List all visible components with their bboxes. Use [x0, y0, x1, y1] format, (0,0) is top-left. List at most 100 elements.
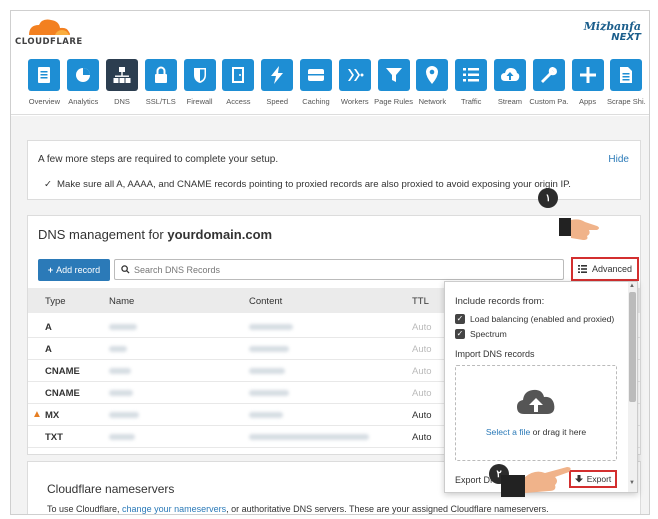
nav-item-workers[interactable]: Workers — [335, 59, 374, 106]
brand-watermark: Mizbanfa NEXT — [584, 20, 641, 43]
export-button-label: Export — [586, 474, 612, 484]
nav-label: SSL/TLS — [145, 97, 176, 106]
dropzone-text: Select a file or drag it here — [456, 427, 616, 437]
record-name-redacted — [109, 368, 131, 374]
nav-tile[interactable] — [532, 59, 565, 91]
lock-icon — [154, 66, 167, 83]
door-icon — [232, 67, 245, 83]
nav-tile[interactable] — [455, 59, 488, 91]
scroll-up-icon[interactable]: ▲ — [629, 283, 635, 289]
nav-label: Stream — [497, 97, 523, 106]
import-title: Import DNS records — [455, 349, 535, 359]
load-balancing-option[interactable]: ✓ Load balancing (enabled and proxied) — [455, 314, 614, 324]
record-ttl: Auto — [412, 366, 432, 377]
select-file-link[interactable]: Select a file — [486, 427, 530, 437]
search-input[interactable]: Search DNS Records — [114, 259, 564, 280]
workers-icon — [347, 69, 364, 81]
scroll-thumb[interactable] — [629, 292, 636, 402]
change-nameservers-link[interactable]: change your nameservers — [122, 504, 226, 514]
list-icon — [463, 68, 480, 82]
cloudflare-logo[interactable]: CLOUDFLARE — [15, 17, 85, 47]
filter-icon — [385, 68, 402, 82]
nav-label: Scrape Shi... — [606, 97, 646, 106]
export-button[interactable]: Export — [569, 470, 617, 488]
wrench-icon — [540, 67, 557, 83]
nav-label: Speed — [266, 97, 289, 106]
nav-tile[interactable] — [261, 59, 294, 91]
logo-text: CLOUDFLARE — [15, 37, 83, 47]
nav-label: Network — [418, 97, 447, 106]
record-type: CNAME — [45, 366, 80, 377]
nav-tile[interactable] — [416, 59, 449, 91]
nav-label: Apps — [579, 97, 597, 106]
spectrum-option[interactable]: ✓ Spectrum — [455, 329, 507, 339]
nav-item-page-rules[interactable]: Page Rules — [374, 59, 413, 106]
nav-item-analytics[interactable]: Analytics — [64, 59, 103, 106]
nav-item-traffic[interactable]: Traffic — [452, 59, 491, 106]
record-ttl: Auto — [412, 432, 432, 443]
record-content-redacted — [249, 346, 289, 352]
nav-tile[interactable] — [105, 59, 138, 91]
nav-item-overview[interactable]: Overview — [25, 59, 64, 106]
nav-item-speed[interactable]: Speed — [258, 59, 297, 106]
nav-tile[interactable] — [493, 59, 526, 91]
nav-tile[interactable] — [144, 59, 177, 91]
nav-item-firewall[interactable]: Firewall — [180, 59, 219, 106]
nav-tile[interactable] — [28, 59, 61, 91]
plus-icon — [579, 67, 596, 83]
ns-text-before: To use Cloudflare, — [47, 504, 123, 514]
cloud-logo-icon — [29, 19, 70, 35]
nav-tile[interactable] — [299, 59, 332, 91]
nav-item-caching[interactable]: Caching — [297, 59, 336, 106]
step-badge-1: ١ — [538, 188, 558, 208]
col-ttl: TTL — [412, 296, 429, 307]
download-icon — [574, 475, 583, 483]
record-content-redacted — [249, 412, 283, 418]
checkbox-icon[interactable]: ✓ — [455, 314, 465, 324]
record-content-redacted — [249, 324, 293, 330]
app-nav: Overview Analytics DNS SSL/TLS Firewall Acces… — [25, 59, 646, 106]
nav-tile[interactable] — [571, 59, 604, 91]
nav-item-network[interactable]: Network — [413, 59, 452, 106]
record-type: MX — [45, 410, 60, 421]
nav-label: Access — [226, 97, 251, 106]
checkbox-icon[interactable]: ✓ — [455, 329, 465, 339]
nameservers-title: Cloudflare nameservers — [47, 482, 175, 496]
cloud-upload-icon — [517, 389, 555, 414]
record-name-redacted — [109, 346, 127, 352]
nameservers-text: To use Cloudflare, change your nameserve… — [47, 504, 549, 514]
nav-item-scrape-shi[interactable]: Scrape Shi... — [607, 59, 646, 106]
record-ttl: Auto — [412, 344, 432, 355]
file-dropzone[interactable]: Select a file or drag it here — [455, 365, 617, 461]
drag-text: or drag it here — [530, 427, 587, 437]
nav-tile[interactable] — [222, 59, 255, 91]
browser-frame: CLOUDFLARE Mizbanfa NEXT Overview Analyti… — [10, 10, 650, 515]
list-icon — [577, 265, 587, 273]
advanced-button[interactable]: Advanced — [571, 257, 639, 281]
nav-item-custom-pa[interactable]: Custom Pa... — [529, 59, 568, 106]
nav-item-stream[interactable]: Stream — [491, 59, 530, 106]
record-content-redacted — [249, 434, 369, 440]
nav-item-dns[interactable]: DNS — [103, 59, 142, 106]
record-ttl: Auto — [412, 322, 432, 333]
hide-link[interactable]: Hide — [608, 154, 629, 165]
dropdown-scrollbar[interactable]: ▲ ▼ — [628, 282, 637, 492]
record-name-redacted — [109, 324, 137, 330]
nav-item-apps[interactable]: Apps — [568, 59, 607, 106]
nav-tile[interactable] — [610, 59, 643, 91]
ns-text-after: , or authoritative DNS servers. These ar… — [226, 504, 549, 514]
record-type: CNAME — [45, 388, 80, 399]
search-icon — [121, 265, 130, 274]
nav-tile[interactable] — [183, 59, 216, 91]
nav-tile[interactable] — [338, 59, 371, 91]
warning-icon: ▲ — [32, 409, 42, 420]
add-record-button[interactable]: + Add record — [38, 259, 110, 281]
nav-tile[interactable] — [67, 59, 100, 91]
record-content-redacted — [249, 390, 289, 396]
nav-item-access[interactable]: Access — [219, 59, 258, 106]
top-header: CLOUDFLARE Mizbanfa NEXT Overview Analyti… — [11, 11, 649, 115]
nav-item-ssl-tls[interactable]: SSL/TLS — [141, 59, 180, 106]
nav-tile[interactable] — [377, 59, 410, 91]
scroll-down-icon[interactable]: ▼ — [629, 480, 635, 486]
lightning-icon — [271, 66, 284, 84]
